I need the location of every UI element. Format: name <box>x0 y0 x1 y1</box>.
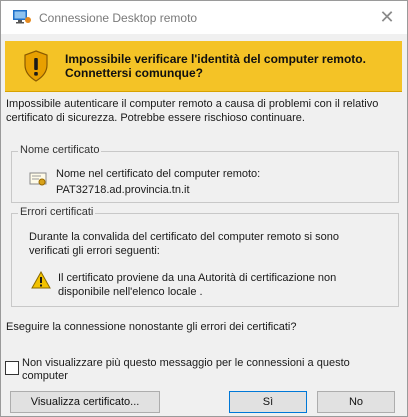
rdp-certificate-dialog: Connessione Desktop remoto ✕ Impossibile… <box>0 0 408 417</box>
proceed-question: Eseguire la connessione nonostante gli e… <box>6 321 297 333</box>
banner-heading: Impossibile verificare l'identità del co… <box>65 52 366 80</box>
view-certificate-button[interactable]: Visualizza certificato... <box>10 391 160 413</box>
remote-desktop-icon <box>13 10 31 24</box>
certificate-name-label: Nome nel certificato del computer remoto… <box>56 168 261 180</box>
certificate-name-value: PAT32718.ad.provincia.tn.it <box>56 184 190 196</box>
banner-line-2: Connettersi comunque? <box>65 66 204 80</box>
window-title: Connessione Desktop remoto <box>39 11 198 25</box>
dont-show-checkbox[interactable] <box>5 361 19 375</box>
error-item: Il certificato proviene da una Autorità … <box>58 272 337 298</box>
certificate-name-group-title: Nome certificato <box>18 144 102 156</box>
certificate-icon <box>29 172 47 186</box>
certificate-errors-group-title: Errori certificati <box>18 206 96 218</box>
title-bar: Connessione Desktop remoto ✕ <box>1 1 407 34</box>
banner-line-1: Impossibile verificare l'identità del co… <box>65 52 366 66</box>
warning-icon <box>31 271 51 289</box>
dont-show-label[interactable]: Non visualizzare più questo messaggio pe… <box>22 357 362 383</box>
yes-button[interactable]: Sì <box>229 391 307 413</box>
no-button[interactable]: No <box>317 391 395 413</box>
warning-banner: Impossibile verificare l'identità del co… <box>5 41 402 92</box>
intro-text: Impossibile autenticare il computer remo… <box>6 98 379 124</box>
close-icon[interactable]: ✕ <box>375 5 399 29</box>
shield-warning-icon <box>24 50 48 82</box>
errors-description: Durante la convalida del certificato del… <box>29 231 339 257</box>
